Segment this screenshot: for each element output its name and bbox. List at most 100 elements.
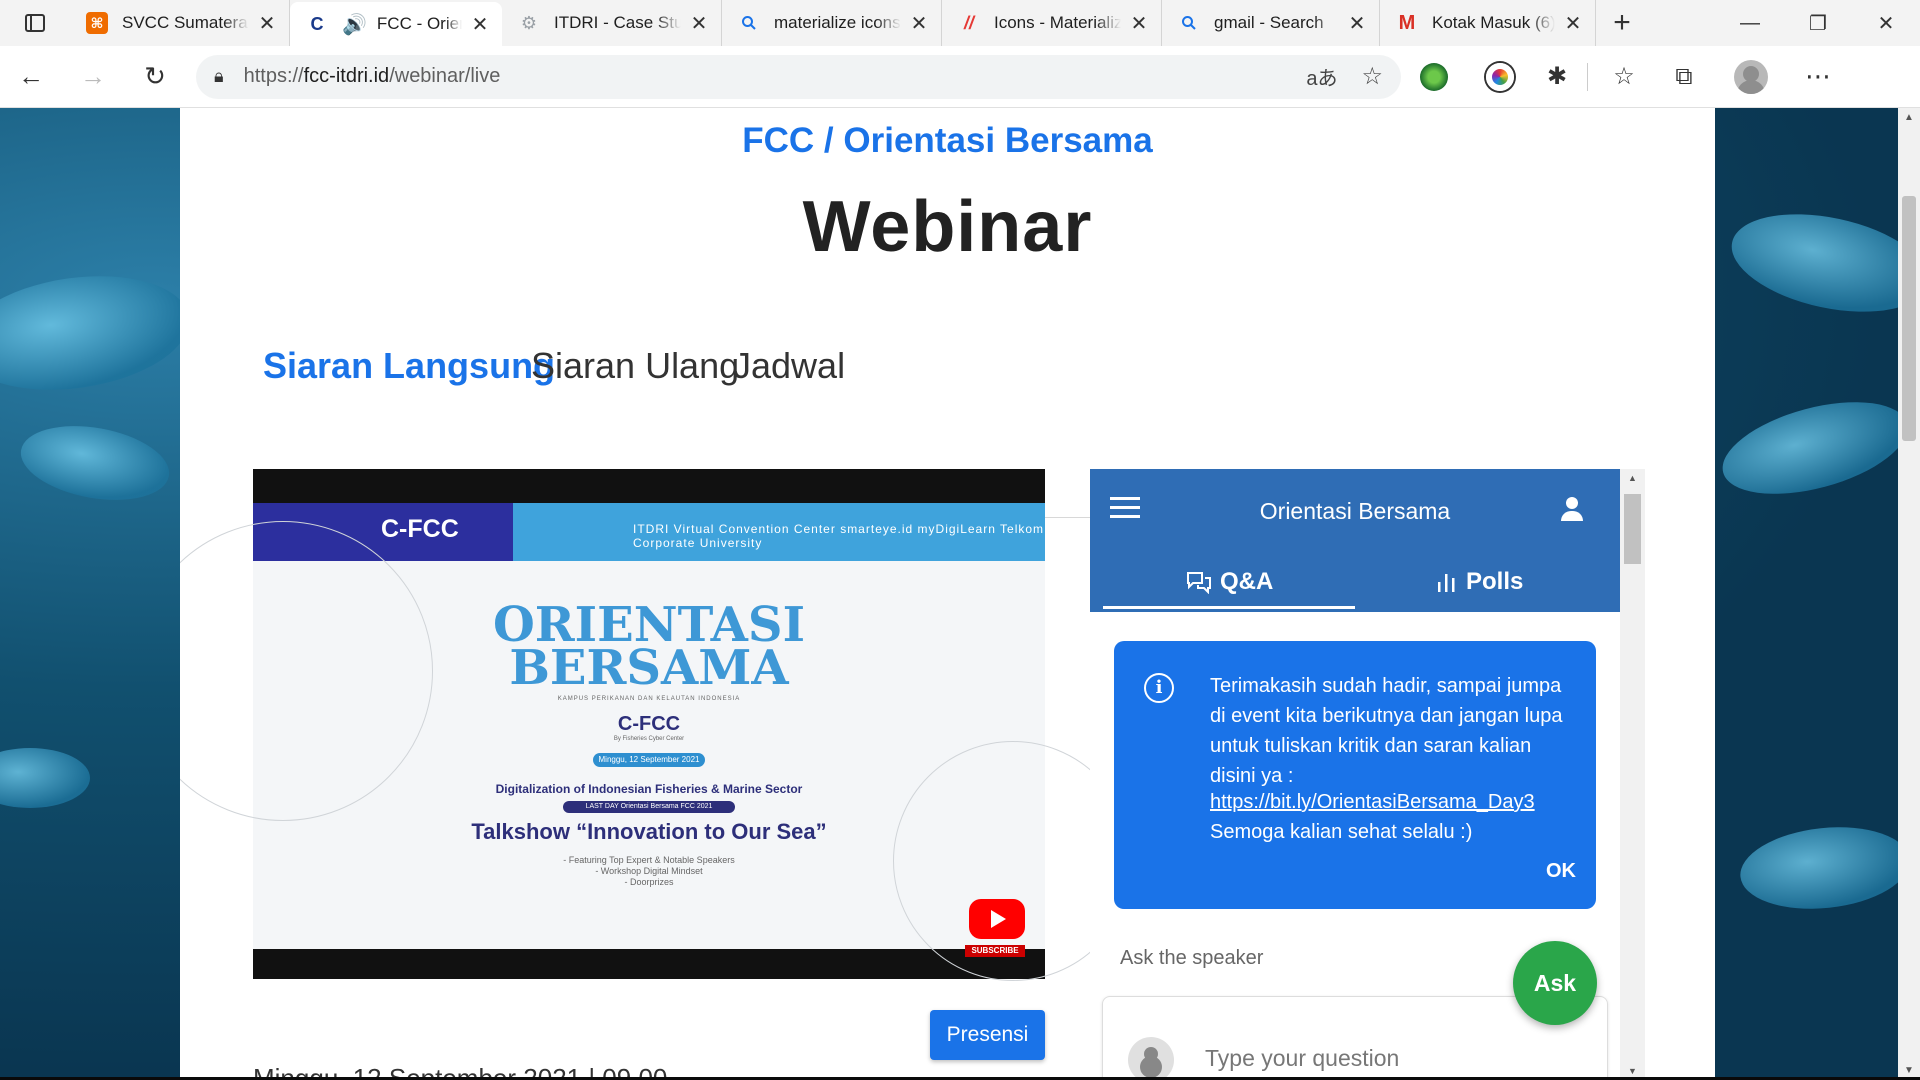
audio-playing-icon[interactable]: 🔊: [342, 12, 367, 37]
forward-button[interactable]: →: [62, 51, 124, 103]
panel-tab-indicator: [1103, 606, 1355, 609]
close-tab-icon[interactable]: ✕: [907, 11, 931, 35]
extensions-button[interactable]: ✱: [1533, 51, 1581, 103]
main-card: FCC / Orientasi Bersama Webinar Siaran L…: [180, 108, 1715, 1080]
slide-subtitle: KAMPUS PERIKANAN DAN KELAUTAN INDONESIA: [557, 696, 741, 702]
address-bar[interactable]: 🔒︎ https://fcc-itdri.id/webinar/live aあ …: [196, 54, 1401, 99]
scrollbar-thumb[interactable]: [1624, 494, 1641, 564]
search-icon: [1178, 12, 1200, 34]
browser-tab-strip: ⌘ SVCC Sumatera ✕ C 🔊 FCC - Orientasi Be…: [0, 0, 1920, 46]
idm-extension-icon[interactable]: [1420, 62, 1448, 91]
gmail-icon: M: [1398, 11, 1416, 34]
question-input[interactable]: Type your question: [1205, 1045, 1399, 1072]
ok-button[interactable]: OK: [1546, 860, 1576, 883]
panel-title: Orientasi Bersama: [1259, 498, 1451, 524]
live-video-player[interactable]: C-FCC ITDRI Virtual Convention Center sm…: [180, 469, 1133, 981]
puzzle-icon: ✱: [1546, 63, 1568, 90]
close-tab-icon[interactable]: ✕: [468, 12, 492, 36]
tab-title: Kotak Masuk (6): [1432, 13, 1555, 32]
search-icon: [738, 12, 760, 34]
arrow-left-icon: ←: [18, 61, 44, 91]
tab-itdri[interactable]: ⚙ ITDRI - Case Study ✕: [502, 0, 722, 46]
fish-image: [0, 262, 197, 404]
tab-siaran-langsung[interactable]: Siaran Langsung: [253, 328, 565, 404]
sponsor-logos: ITDRI Virtual Convention Center smarteye…: [633, 522, 1045, 550]
ask-label: Ask the speaker: [1120, 947, 1264, 969]
favorites-button[interactable]: ☆: [1594, 51, 1654, 103]
close-icon: ✕: [1877, 12, 1895, 35]
qa-panel: Orientasi Bersama Q&A Polls i Terimakasi…: [1090, 469, 1645, 1080]
tab-fcc[interactable]: C 🔊 FCC - Orientasi Bersama ✕: [290, 2, 502, 46]
tab-polls[interactable]: Polls: [1436, 562, 1523, 602]
tab-gmail-search[interactable]: gmail - Search ✕: [1162, 0, 1380, 46]
tab-title: FCC - Orientasi Bersama: [376, 14, 462, 33]
tab-title: ITDRI - Case Study: [554, 13, 681, 32]
page-scrollbar[interactable]: ▲ ▼: [1898, 108, 1920, 1080]
read-aloud-icon[interactable]: aあ: [1306, 62, 1337, 91]
url-text[interactable]: https://fcc-itdri.id/webinar/live: [244, 65, 1283, 88]
collections-button[interactable]: ⧉: [1654, 51, 1714, 103]
ask-button[interactable]: Ask: [1513, 941, 1597, 1025]
restore-button[interactable]: ❐: [1784, 0, 1852, 46]
favorites-star-icon: ☆: [1613, 63, 1635, 90]
minimize-button[interactable]: —: [1716, 0, 1784, 46]
new-tab-button[interactable]: +: [1596, 0, 1648, 46]
feedback-link[interactable]: https://bit.ly/OrientasiBersama_Day3: [1210, 791, 1535, 814]
close-tab-icon[interactable]: ✕: [1561, 11, 1585, 35]
tab-materialize-search[interactable]: materialize icons ✕: [722, 0, 942, 46]
fish-image: [15, 415, 175, 511]
fish-image: [1712, 384, 1898, 512]
tab-jadwal[interactable]: Jadwal: [723, 328, 855, 404]
panel-scrollbar[interactable]: ▲ ▼: [1620, 469, 1645, 1080]
tab-svcc[interactable]: ⌘ SVCC Sumatera ✕: [70, 0, 290, 46]
slide-tagline: Digitalization of Indonesian Fisheries &…: [495, 782, 803, 796]
avatar: [1128, 1037, 1174, 1080]
tab-siaran-ulang[interactable]: Siaran Ulang: [521, 328, 749, 404]
close-tab-icon[interactable]: ✕: [1345, 11, 1369, 35]
user-icon[interactable]: [1560, 497, 1584, 521]
refresh-icon: ↻: [144, 61, 166, 91]
tab-icons-materialize[interactable]: // Icons - Materialize ✕: [942, 0, 1162, 46]
close-tab-icon[interactable]: ✕: [1127, 11, 1151, 35]
add-favorite-icon[interactable]: ☆: [1361, 62, 1383, 91]
close-tab-icon[interactable]: ✕: [255, 11, 279, 35]
more-menu-button[interactable]: ⋯: [1788, 51, 1848, 103]
presensi-button[interactable]: Presensi: [930, 1010, 1045, 1060]
fish-image: [1736, 819, 1898, 917]
fcc-icon: C: [310, 13, 324, 34]
close-window-button[interactable]: ✕: [1852, 0, 1920, 46]
chat-bubbles-icon: [1187, 572, 1211, 594]
materialize-icon: //: [963, 12, 974, 33]
youtube-icon[interactable]: [969, 899, 1025, 939]
page-title: Webinar: [802, 187, 1093, 267]
scroll-up-icon[interactable]: ▲: [1620, 473, 1645, 483]
lock-icon[interactable]: 🔒︎: [214, 66, 224, 87]
slide-date-pill: Minggu, 12 September 2021: [593, 753, 705, 767]
profile-avatar[interactable]: [1734, 59, 1768, 94]
scroll-up-icon[interactable]: ▲: [1898, 112, 1920, 123]
svcc-icon: ⌘: [86, 12, 108, 34]
scrollbar-thumb[interactable]: [1902, 196, 1916, 441]
close-tab-icon[interactable]: ✕: [687, 11, 711, 35]
collections-icon: ⧉: [1675, 62, 1693, 90]
back-button[interactable]: ←: [0, 51, 62, 103]
fish-image: [1722, 198, 1898, 328]
subscribe-button[interactable]: SUBSCRIBE: [965, 945, 1025, 957]
color-picker-extension-icon[interactable]: [1486, 62, 1514, 91]
refresh-button[interactable]: ↻: [124, 51, 186, 103]
tab-kotak-masuk[interactable]: M Kotak Masuk (6) ✕: [1380, 0, 1596, 46]
minimize-icon: —: [1740, 11, 1760, 34]
itdri-icon: ⚙: [520, 12, 538, 33]
toolbar-divider: [1587, 62, 1588, 91]
notice-closing: Semoga kalian sehat selalu :): [1210, 821, 1473, 843]
scroll-down-icon[interactable]: ▼: [1898, 1065, 1920, 1076]
video-slide: ORIENTASI BERSAMA KAMPUS PERIKANAN DAN K…: [180, 521, 1133, 981]
more-icon: ⋯: [1805, 61, 1831, 91]
slide-fcc-logo: C-FCC By Fisheries Cyber Center: [613, 713, 685, 742]
breadcrumb[interactable]: FCC / Orientasi Bersama: [180, 121, 1715, 161]
tab-qa[interactable]: Q&A: [1186, 562, 1273, 602]
fish-image: [0, 748, 90, 808]
scroll-down-icon[interactable]: ▼: [1620, 1066, 1645, 1076]
restore-icon: ❐: [1809, 12, 1827, 35]
tab-actions-button[interactable]: [0, 0, 70, 46]
